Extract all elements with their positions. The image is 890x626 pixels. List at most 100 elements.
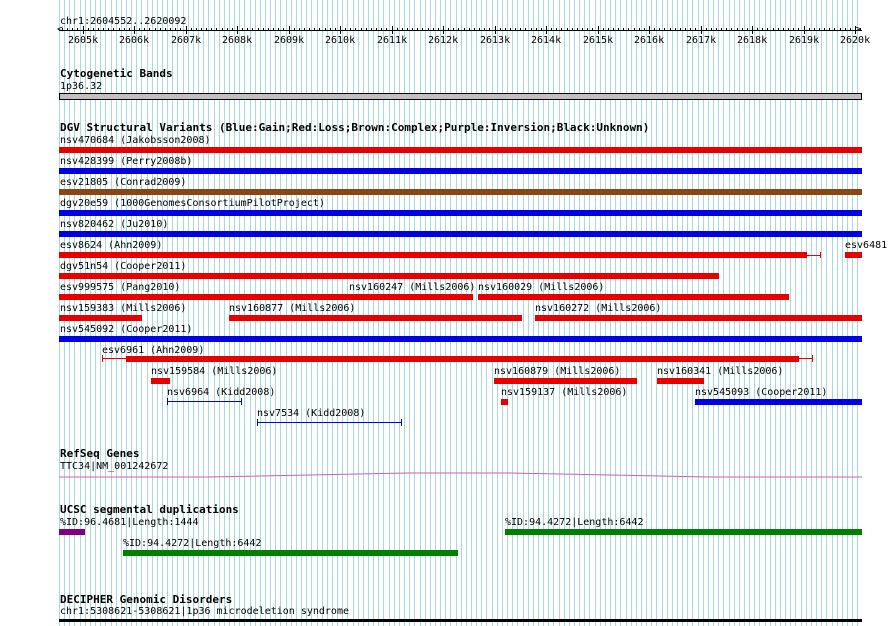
ruler-minor-tick bbox=[62, 28, 63, 31]
ruler-minor-tick bbox=[196, 28, 197, 31]
ruler-minor-tick bbox=[433, 28, 434, 31]
ruler-minor-tick bbox=[464, 28, 465, 31]
dgv-feature-bar[interactable] bbox=[845, 252, 862, 258]
dgv-feature-bar[interactable] bbox=[59, 189, 862, 195]
ruler-minor-tick bbox=[726, 28, 727, 31]
dgv-feature-label: nsv470684 (Jakobsson2008) bbox=[60, 135, 211, 146]
segdup-feature-bar[interactable] bbox=[59, 529, 85, 535]
dgv-feature-bar[interactable] bbox=[151, 378, 170, 384]
ruler-minor-tick bbox=[438, 28, 439, 31]
dgv-feature-bar[interactable] bbox=[657, 378, 704, 384]
ruler-minor-tick bbox=[129, 28, 130, 31]
dgv-feature-bar[interactable] bbox=[59, 147, 862, 153]
ruler-minor-tick bbox=[783, 28, 784, 31]
refseq-gene-line[interactable] bbox=[59, 468, 862, 480]
ruler-minor-tick bbox=[227, 28, 228, 31]
ruler-tick-label: 2608k bbox=[222, 35, 253, 46]
segdup-feature-label: %ID:94.4272|Length:6442 bbox=[505, 517, 644, 528]
dgv-feature-bar[interactable] bbox=[501, 399, 508, 405]
ruler-minor-tick bbox=[448, 28, 449, 31]
ruler-major-tick bbox=[237, 26, 238, 34]
ruler-minor-tick bbox=[247, 28, 248, 31]
cytoband-bar[interactable] bbox=[59, 93, 862, 100]
dgv-feature-bar[interactable] bbox=[59, 168, 862, 174]
ruler-minor-tick bbox=[613, 28, 614, 31]
ruler-minor-tick bbox=[536, 28, 537, 31]
ruler-major-tick bbox=[186, 26, 187, 34]
dgv-feature-bar[interactable] bbox=[59, 315, 142, 321]
ruler-minor-tick bbox=[180, 28, 181, 31]
dgv-feature-bar[interactable] bbox=[535, 315, 862, 321]
ruler-minor-tick bbox=[469, 28, 470, 31]
dgv-feature-bar[interactable] bbox=[494, 378, 637, 384]
dgv-feature-bar[interactable] bbox=[695, 399, 862, 405]
ruler-minor-tick bbox=[376, 28, 377, 31]
decipher-feature-label: chr1:5308621-5308621|1p36 microdeletion … bbox=[60, 606, 349, 617]
ruler-tick-label: 2618k bbox=[737, 35, 768, 46]
dgv-feature-bar[interactable] bbox=[59, 273, 719, 279]
ruler-minor-tick bbox=[603, 28, 604, 31]
ruler-tick-label: 2615k bbox=[583, 35, 614, 46]
ruler-minor-tick bbox=[531, 28, 532, 31]
ruler-minor-tick bbox=[618, 28, 619, 31]
dgv-feature-label: esv999575 (Pang2010) bbox=[60, 282, 181, 293]
ruler-minor-tick bbox=[283, 28, 284, 31]
ruler-minor-tick bbox=[175, 28, 176, 31]
ruler-minor-tick bbox=[232, 28, 233, 31]
dgv-feature-bar[interactable] bbox=[59, 231, 862, 237]
ruler-minor-tick bbox=[453, 28, 454, 31]
ruler-minor-tick bbox=[582, 28, 583, 31]
ruler-minor-tick bbox=[345, 28, 346, 31]
ruler-major-tick bbox=[83, 26, 84, 34]
ruler-minor-tick bbox=[716, 28, 717, 31]
ruler-minor-tick bbox=[98, 28, 99, 31]
dgv-feature-bar[interactable] bbox=[229, 315, 522, 321]
ruler-minor-tick bbox=[428, 28, 429, 31]
ruler-minor-tick bbox=[93, 28, 94, 31]
ruler-minor-tick bbox=[386, 28, 387, 31]
ruler-tick-label: 2614k bbox=[531, 35, 562, 46]
ruler-minor-tick bbox=[165, 28, 166, 31]
dgv-feature-bar[interactable] bbox=[126, 356, 799, 362]
dgv-feature-whisker[interactable] bbox=[167, 401, 241, 402]
ruler-minor-tick bbox=[845, 28, 846, 31]
ruler-minor-tick bbox=[695, 28, 696, 31]
cytoband-label: 1p36.32 bbox=[60, 81, 103, 92]
ruler-minor-tick bbox=[335, 28, 336, 31]
ruler-minor-tick bbox=[634, 28, 635, 31]
dgv-feature-whisker[interactable] bbox=[102, 358, 126, 359]
ruler-minor-tick bbox=[479, 28, 480, 31]
dgv-feature-bar[interactable] bbox=[59, 252, 807, 258]
dgv-feature-whisker[interactable] bbox=[799, 358, 812, 359]
dgv-feature-bar[interactable] bbox=[59, 336, 862, 342]
dgv-feature-label: dgv20e59 (1000GenomesConsortiumPilotProj… bbox=[60, 198, 325, 209]
ruler-minor-tick bbox=[587, 28, 588, 31]
ruler-minor-tick bbox=[551, 28, 552, 31]
dgv-feature-whisker[interactable] bbox=[807, 255, 820, 256]
dgv-feature-whisker[interactable] bbox=[257, 422, 401, 423]
ruler-minor-tick bbox=[72, 28, 73, 31]
ruler-minor-tick bbox=[474, 28, 475, 31]
ruler-tick-label: 2610k bbox=[325, 35, 356, 46]
segdup-feature-bar[interactable] bbox=[123, 550, 458, 556]
decipher-feature-bar[interactable] bbox=[59, 619, 862, 622]
ruler-minor-tick bbox=[108, 28, 109, 31]
dgv-feature-bar[interactable] bbox=[478, 294, 789, 300]
ruler-minor-tick bbox=[407, 28, 408, 31]
ruler-minor-tick bbox=[577, 28, 578, 31]
ruler-minor-tick bbox=[371, 28, 372, 31]
ruler-minor-tick bbox=[623, 28, 624, 31]
ruler-minor-tick bbox=[659, 28, 660, 31]
ruler-minor-tick bbox=[258, 28, 259, 31]
ruler-minor-tick bbox=[67, 28, 68, 31]
ruler-tick-label: 2609k bbox=[274, 35, 305, 46]
dgv-feature-label: nsv159584 (Mills2006) bbox=[151, 366, 278, 377]
dgv-feature-bar[interactable] bbox=[59, 294, 473, 300]
segdup-feature-bar[interactable] bbox=[505, 529, 862, 535]
ruler-minor-tick bbox=[850, 28, 851, 31]
ruler-tick-label: 2616k bbox=[634, 35, 665, 46]
dgv-feature-label: nsv160247 (Mills2006) bbox=[349, 282, 476, 293]
dgv-feature-bar[interactable] bbox=[59, 210, 862, 216]
ruler-tick-label: 2619k bbox=[789, 35, 820, 46]
dgv-feature-label: nsv545092 (Cooper2011) bbox=[60, 324, 193, 335]
